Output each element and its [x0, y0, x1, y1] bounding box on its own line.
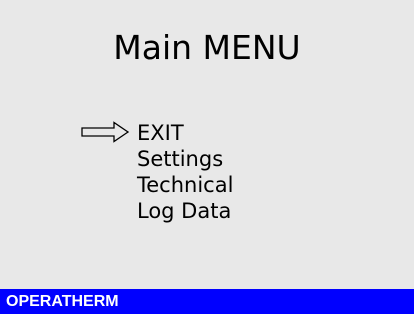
main-menu-list: EXIT Settings Technical Log Data [81, 120, 233, 224]
menu-item-technical[interactable]: Technical [137, 172, 233, 198]
right-arrow-outline-icon [81, 121, 130, 143]
menu-item-label: Technical [137, 173, 234, 197]
menu-item-exit[interactable]: EXIT [81, 120, 233, 146]
page-title: Main MENU [113, 28, 301, 67]
menu-item-log-data[interactable]: Log Data [137, 198, 233, 224]
status-bar: OPERATHERM [0, 289, 414, 314]
menu-item-label: Settings [137, 147, 224, 171]
menu-item-label: Log Data [137, 199, 232, 223]
brand-label: OPERATHERM [6, 293, 119, 310]
menu-item-label: EXIT [137, 121, 184, 145]
main-menu-screen: Main MENU EXIT Settings Technical Log Da… [0, 0, 414, 314]
menu-item-settings[interactable]: Settings [137, 146, 233, 172]
